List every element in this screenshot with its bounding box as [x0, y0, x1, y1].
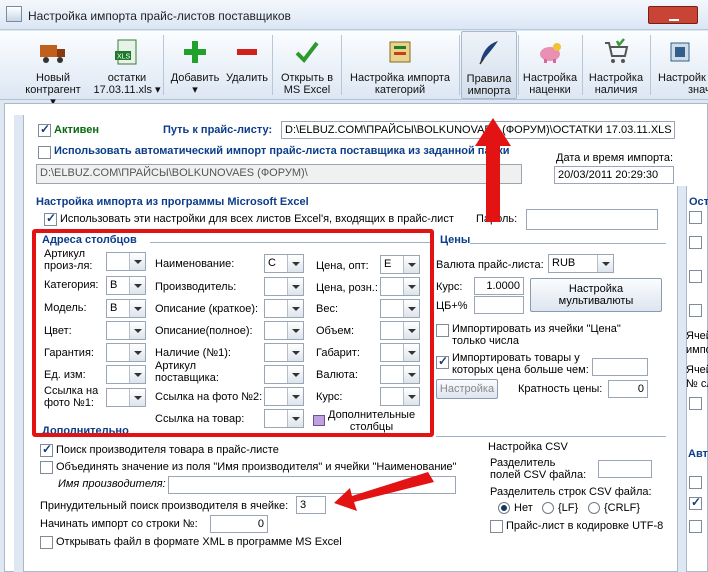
arrow-to-import-rules [475, 118, 511, 222]
annotation-arrows [334, 118, 511, 511]
arrow-to-forced-search-field [334, 472, 434, 511]
